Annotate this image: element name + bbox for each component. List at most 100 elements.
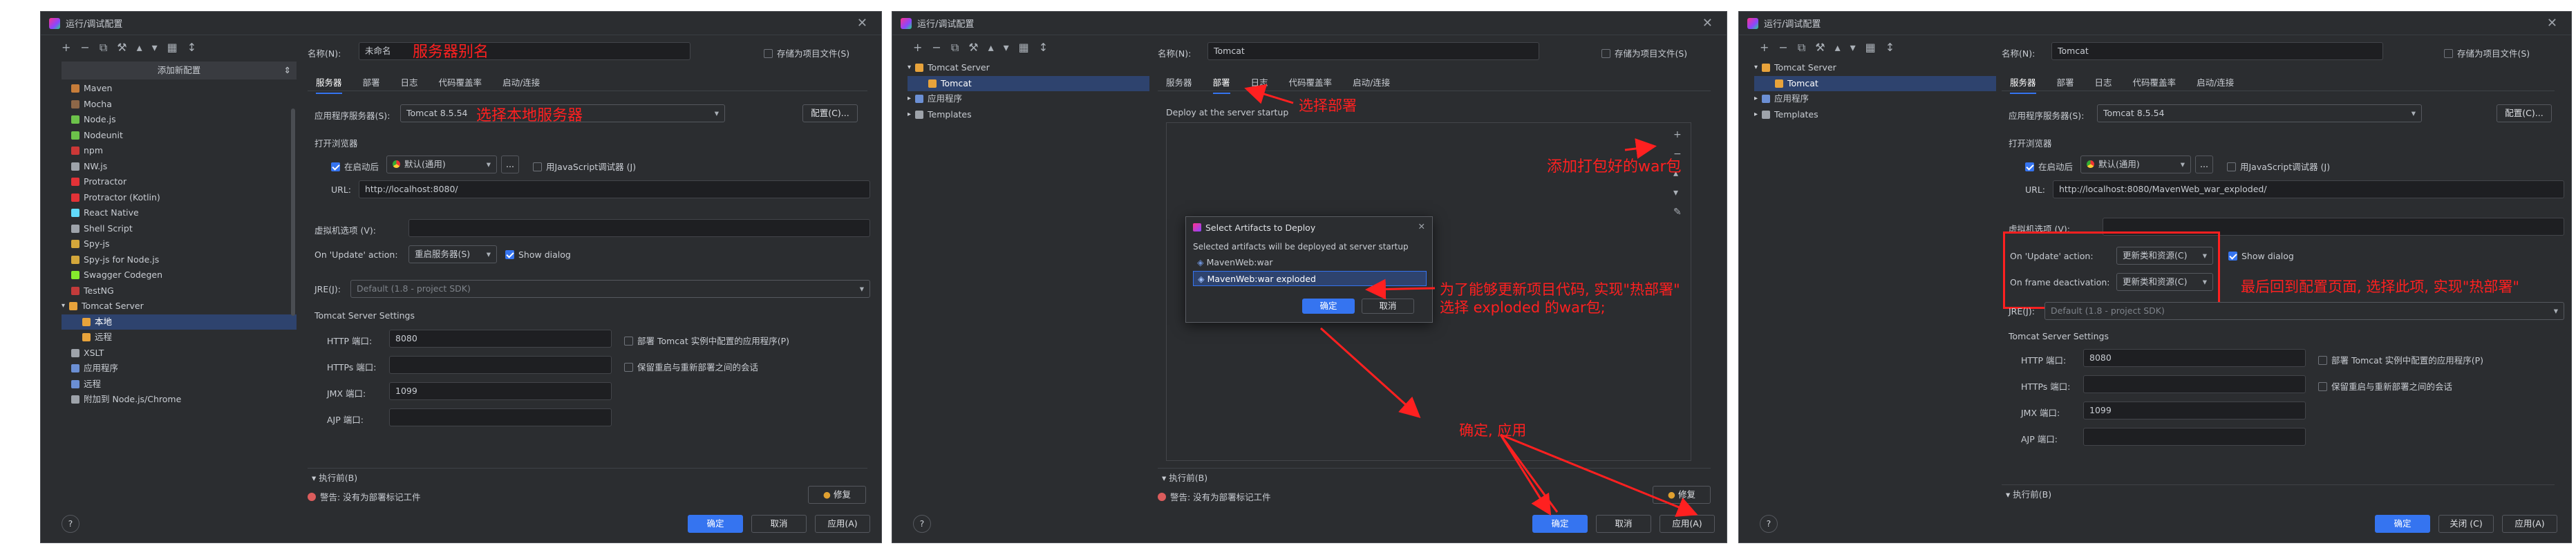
js-debugger[interactable]: 用JavaScript调试器 (J) <box>533 160 636 173</box>
expand-arrow-icon[interactable]: ▾ <box>62 299 65 314</box>
tree-item[interactable]: Mocha <box>62 97 297 113</box>
configure-button[interactable]: 配置(C)... <box>2497 104 2552 122</box>
jmx-port-input[interactable]: 1099 <box>2083 402 2306 419</box>
close-icon[interactable]: ✕ <box>2547 16 2557 30</box>
jmx-port-input[interactable]: 1099 <box>389 382 612 400</box>
store-as-project-file[interactable]: 存储为项目文件(S) <box>2444 46 2530 59</box>
tree-item[interactable]: NW.js <box>62 159 297 175</box>
before-launch-section[interactable]: ▾ 执行前(B) <box>2006 487 2051 500</box>
tree-item[interactable]: 本地 <box>62 314 297 330</box>
folder-icon[interactable]: ▦ <box>167 41 178 55</box>
preserve-sessions-checkbox[interactable] <box>624 363 633 372</box>
https-port-input[interactable] <box>389 356 612 374</box>
store-checkbox[interactable] <box>764 49 773 58</box>
after-launch-checkbox[interactable] <box>2025 162 2034 171</box>
apply-button[interactable]: 应用(A) <box>2502 515 2557 533</box>
apply-button[interactable]: 应用(A) <box>815 515 870 533</box>
tree-item[interactable]: Protractor (Kotlin) <box>62 190 297 206</box>
browser-select[interactable]: 默认(通用) <box>386 155 497 173</box>
http-port-input[interactable]: 8080 <box>2083 349 2306 367</box>
tree-scrollbar[interactable] <box>291 108 295 316</box>
vm-options-input[interactable] <box>408 219 870 237</box>
after-launch-checkbox[interactable] <box>331 162 340 171</box>
remove-icon[interactable]: − <box>80 41 89 55</box>
jre-select[interactable]: Default (1.8 - project SDK) <box>2044 302 2564 320</box>
show-dialog-checkbox[interactable] <box>2228 252 2237 261</box>
ajp-port-input[interactable] <box>389 408 612 426</box>
cancel-button[interactable]: 取消 <box>751 515 807 533</box>
deploy-in-tomcat[interactable]: 部署 Tomcat 实例中配置的应用程序(P) <box>2318 353 2483 366</box>
tree-item[interactable]: Tomcat <box>1754 75 1996 91</box>
tree-item[interactable]: npm <box>62 143 297 159</box>
help-icon[interactable]: ? <box>62 515 79 533</box>
copy-icon[interactable]: ⧉ <box>1798 41 1805 55</box>
name-input[interactable]: 未命名 <box>359 42 690 60</box>
tree-item[interactable]: Protractor <box>62 174 297 190</box>
tree-item[interactable]: Maven <box>62 81 297 97</box>
tree-item[interactable]: Spy-js for Node.js <box>62 252 297 268</box>
fix-button[interactable]: ● 修复 <box>808 486 866 504</box>
tree-item[interactable]: 远程 <box>62 330 297 346</box>
move-up-icon[interactable]: ▴ <box>1835 41 1841 55</box>
tree-item[interactable]: ▾ Tomcat Server <box>62 299 297 314</box>
configure-button[interactable]: 配置(C)... <box>802 104 858 122</box>
tree-item[interactable]: ▸ 应用程序 <box>1754 91 1996 107</box>
name-input[interactable]: Tomcat <box>2051 42 2383 60</box>
wrench-icon[interactable]: ⚒ <box>1815 41 1825 55</box>
after-launch[interactable]: 在启动后 <box>331 160 379 173</box>
folder-icon[interactable]: ▦ <box>1865 41 1876 55</box>
deploy-in-tomcat[interactable]: 部署 Tomcat 实例中配置的应用程序(P) <box>624 334 789 347</box>
url-input[interactable]: http://localhost:8080/ <box>359 180 870 198</box>
move-down-icon[interactable]: ▾ <box>1850 41 1856 55</box>
on-frame-select[interactable]: 更新类和资源(C) <box>2116 273 2213 291</box>
tree-item[interactable]: Nodeunit <box>62 128 297 144</box>
sort-icon[interactable]: ↕ <box>1886 41 1895 55</box>
js-debugger-checkbox[interactable] <box>2227 162 2236 171</box>
show-dialog-checkbox[interactable] <box>505 250 514 259</box>
expand-arrow-icon[interactable]: ▾ <box>1754 60 1758 76</box>
browser-more-button[interactable]: ... <box>501 155 519 173</box>
preserve-sessions-checkbox[interactable] <box>2318 382 2327 391</box>
collapse-icon[interactable]: ⇕ <box>284 62 291 79</box>
http-port-input[interactable]: 8080 <box>389 330 612 348</box>
ok-button[interactable]: 确定 <box>2375 515 2430 533</box>
store-checkbox[interactable] <box>2444 49 2453 58</box>
tree-item[interactable]: XSLT <box>62 346 297 361</box>
tree-item[interactable]: Spy-js <box>62 236 297 252</box>
wrench-icon[interactable]: ⚒ <box>117 41 126 55</box>
tree-item[interactable]: ▸ Templates <box>1754 107 1996 123</box>
https-port-input[interactable] <box>2083 375 2306 393</box>
tree-item[interactable]: Shell Script <box>62 221 297 237</box>
on-update-select[interactable]: 重启服务器(S) <box>408 245 497 263</box>
show-dialog[interactable]: Show dialog <box>505 249 571 260</box>
close-button[interactable]: 关闭 (C) <box>2438 515 2494 533</box>
after-launch[interactable]: 在启动后 <box>2025 160 2073 173</box>
ok-button[interactable]: 确定 <box>688 515 743 533</box>
move-up-icon[interactable]: ▴ <box>137 41 142 55</box>
deploy-in-tomcat-checkbox[interactable] <box>2318 356 2327 365</box>
collapse-arrow-icon[interactable]: ▸ <box>1754 91 1758 107</box>
tree-item[interactable]: Node.js <box>62 112 297 128</box>
before-launch-section[interactable]: ▾ 执行前(B) <box>312 471 357 484</box>
js-debugger-checkbox[interactable] <box>533 162 542 171</box>
tree-item[interactable]: 附加到 Node.js/Chrome <box>62 392 297 408</box>
deploy-in-tomcat-checkbox[interactable] <box>624 337 633 346</box>
add-icon[interactable]: + <box>1760 41 1769 55</box>
show-dialog[interactable]: Show dialog <box>2228 251 2294 261</box>
tree-item[interactable]: 远程 <box>62 377 297 393</box>
tree-item[interactable]: ▾ Tomcat Server <box>1754 60 1996 76</box>
help-icon[interactable]: ? <box>1760 515 1778 533</box>
browser-select[interactable]: 默认(通用) <box>2080 155 2191 173</box>
browser-more-button[interactable]: ... <box>2195 155 2213 173</box>
remove-icon[interactable]: − <box>1778 41 1787 55</box>
jre-select[interactable]: Default (1.8 - project SDK) <box>350 280 870 298</box>
sort-icon[interactable]: ↕ <box>187 41 196 55</box>
copy-icon[interactable]: ⧉ <box>100 41 107 55</box>
url-input[interactable]: http://localhost:8080/MavenWeb_war_explo… <box>2053 180 2564 198</box>
app-server-select[interactable]: Tomcat 8.5.54 <box>2097 104 2422 122</box>
tree-item[interactable]: 应用程序 <box>62 361 297 377</box>
add-icon[interactable]: + <box>62 41 70 55</box>
store-as-project-file[interactable]: 存储为项目文件(S) <box>764 46 849 59</box>
move-down-icon[interactable]: ▾ <box>152 41 158 55</box>
js-debugger[interactable]: 用JavaScript调试器 (J) <box>2227 160 2330 173</box>
